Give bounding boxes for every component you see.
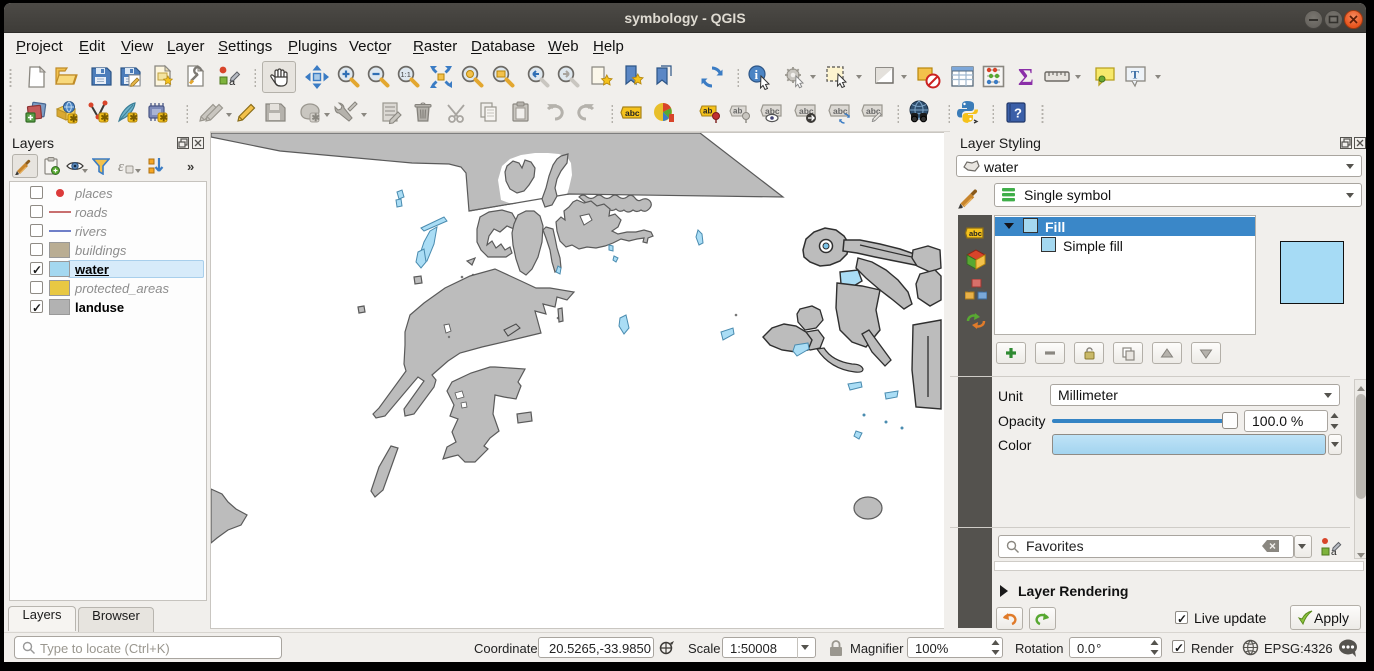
svg-text:Σ: Σ <box>1018 65 1034 90</box>
svg-text:✱: ✱ <box>160 113 169 124</box>
svg-text:✱: ✱ <box>130 113 139 124</box>
svg-text:?: ? <box>1014 106 1022 121</box>
svg-text:abc: abc <box>625 108 640 118</box>
svg-text:abc: abc <box>969 229 982 238</box>
svg-text:i: i <box>755 67 759 82</box>
svg-text:1:1: 1:1 <box>401 70 411 79</box>
svg-text:✱: ✱ <box>101 113 110 124</box>
svg-text:ε: ε <box>118 159 124 175</box>
svg-text:T: T <box>1131 68 1139 82</box>
svg-text:ab: ab <box>733 107 742 116</box>
svg-text:✱: ✱ <box>70 114 79 125</box>
svg-text:ab: ab <box>703 107 712 116</box>
svg-text:✱: ✱ <box>312 113 321 124</box>
